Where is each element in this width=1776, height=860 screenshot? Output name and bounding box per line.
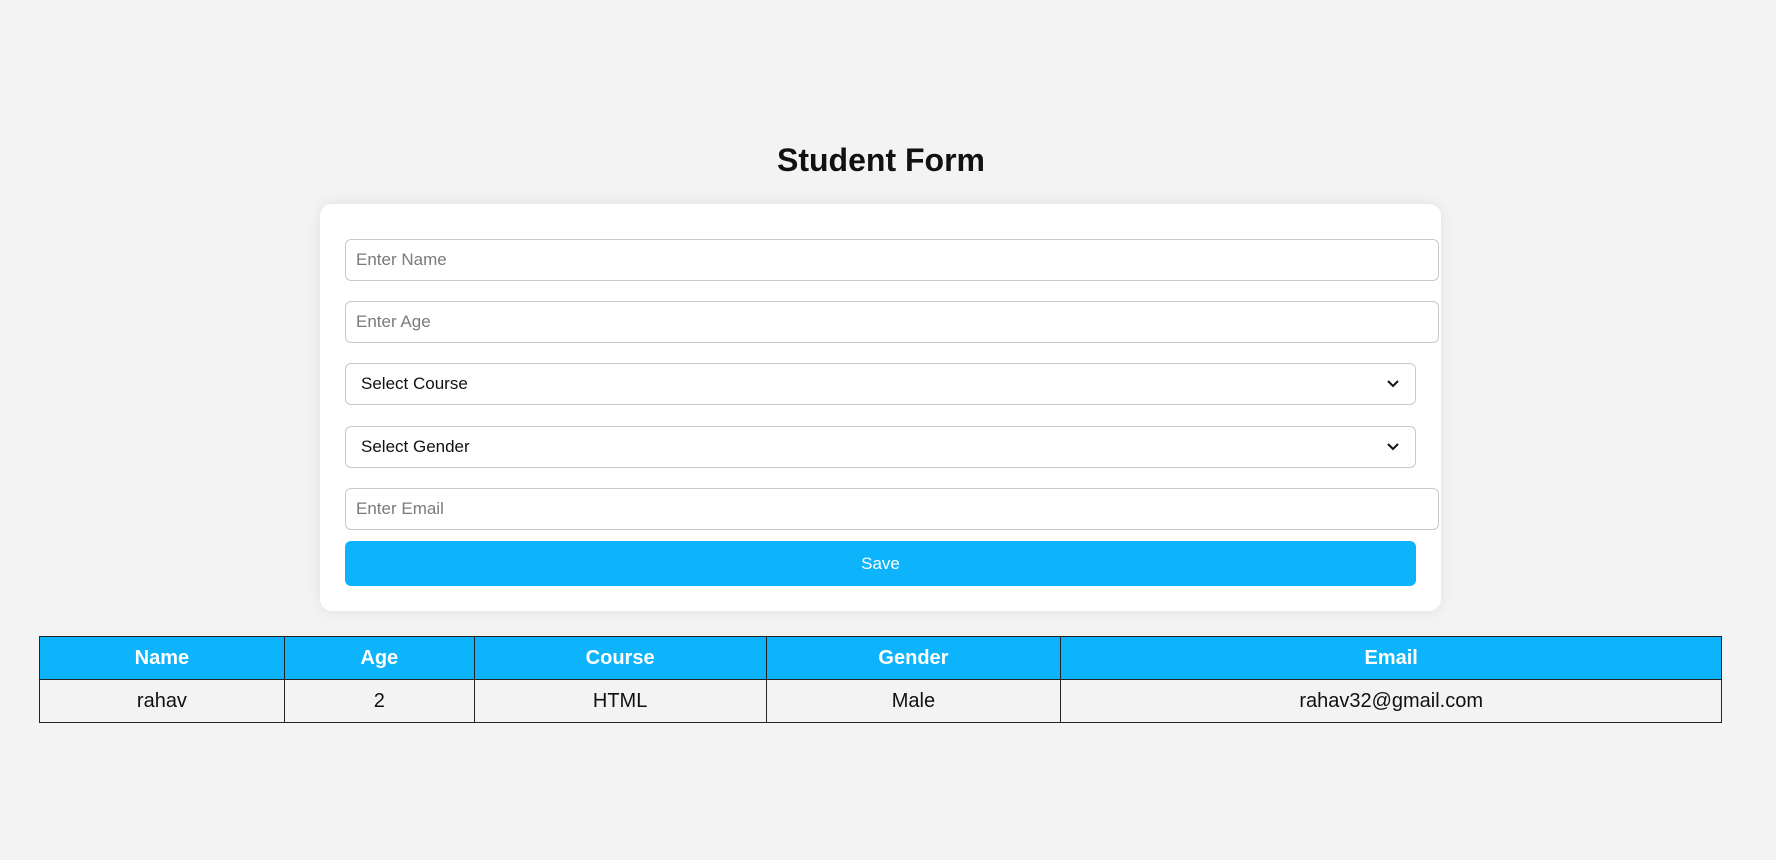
name-input[interactable]	[345, 239, 1439, 281]
cell-gender: Male	[765, 679, 1062, 723]
cell-email: rahav32@gmail.com	[1060, 679, 1722, 723]
table-row: rahav 2 HTML Male rahav32@gmail.com	[39, 679, 1722, 723]
gender-select-value: Select Gender	[361, 437, 470, 456]
column-header-gender: Gender	[765, 636, 1062, 680]
student-table: Name Age Course Gender Email rahav 2 HTM…	[39, 636, 1722, 723]
save-button[interactable]: Save	[345, 541, 1416, 586]
column-header-age: Age	[283, 636, 475, 680]
chevron-down-icon	[1386, 440, 1400, 454]
gender-select[interactable]: Select Gender	[345, 426, 1416, 468]
cell-age: 2	[283, 679, 475, 723]
student-form-card: Select Course Select Gender Save	[320, 204, 1441, 611]
course-select-value: Select Course	[361, 374, 468, 393]
cell-name: rahav	[39, 679, 285, 723]
column-header-course: Course	[473, 636, 767, 680]
column-header-name: Name	[39, 636, 285, 680]
page-title: Student Form	[777, 142, 985, 178]
cell-course: HTML	[473, 679, 767, 723]
table-header-row: Name Age Course Gender Email	[39, 636, 1722, 680]
course-select[interactable]: Select Course	[345, 363, 1416, 405]
chevron-down-icon	[1386, 377, 1400, 391]
column-header-email: Email	[1060, 636, 1722, 680]
email-input[interactable]	[345, 488, 1439, 530]
age-input[interactable]	[345, 301, 1439, 343]
